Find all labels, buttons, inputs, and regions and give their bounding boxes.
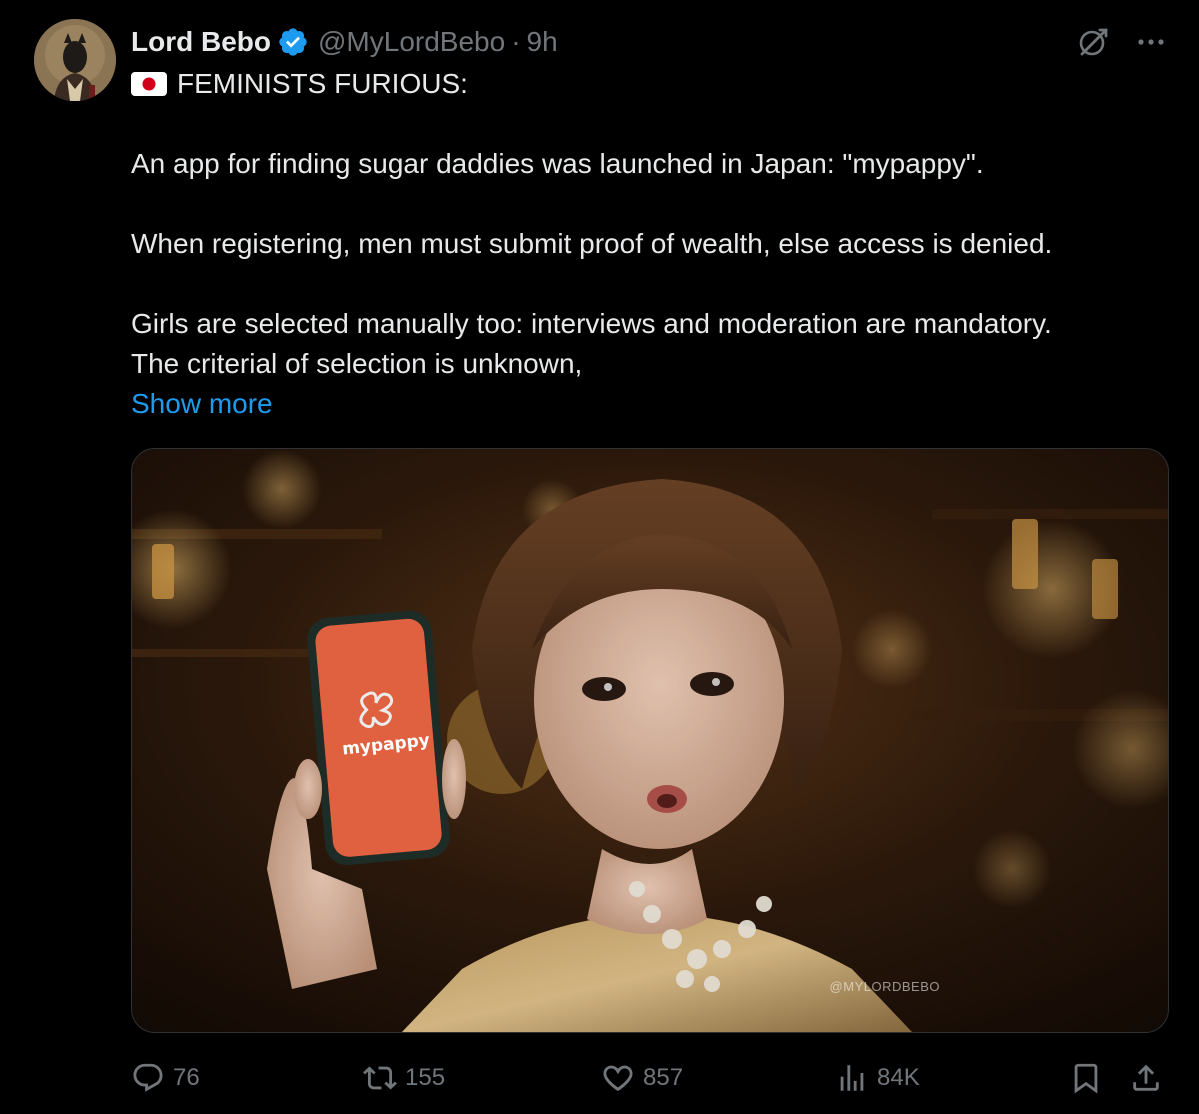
retweet-button[interactable]: 155 <box>363 1056 445 1100</box>
share-button[interactable] <box>1129 1056 1163 1100</box>
reply-button[interactable]: 76 <box>131 1056 200 1100</box>
tweet-media-image[interactable]: mypappy @MYLORDBEBO <box>131 448 1169 1033</box>
views-icon <box>840 1065 864 1091</box>
watermark: @MYLORDBEBO <box>829 979 940 994</box>
media-picture <box>132 449 1168 1032</box>
timestamp[interactable]: 9h <box>527 26 558 58</box>
reply-count: 76 <box>173 1064 200 1091</box>
avatar-image <box>34 19 116 101</box>
bookmark-icon <box>1074 1063 1098 1094</box>
tweet-headline: FEMINISTS FURIOUS: <box>131 64 1171 104</box>
tweet-paragraph: When registering, men must submit proof … <box>131 228 1053 259</box>
reply-icon <box>133 1063 163 1092</box>
retweet-icon <box>363 1066 397 1090</box>
show-more-link[interactable]: Show more <box>131 388 273 419</box>
headline-text: FEMINISTS FURIOUS: <box>177 68 468 99</box>
more-icon[interactable] <box>1133 24 1169 60</box>
handle[interactable]: @MyLordBebo <box>318 26 505 58</box>
heart-icon <box>603 1065 633 1092</box>
views-button[interactable]: 84K <box>835 1056 920 1100</box>
avatar[interactable] <box>34 19 116 101</box>
tweet-paragraph: An app for finding sugar daddies was lau… <box>131 148 984 179</box>
views-count: 84K <box>877 1064 920 1091</box>
verified-badge-icon <box>277 26 309 58</box>
tweet-header: Lord Bebo @MyLordBebo · 9h <box>131 22 558 62</box>
bookmark-button[interactable] <box>1069 1056 1103 1100</box>
tweet-paragraph: The criterial of selection is unknown, <box>131 348 583 379</box>
tweet: Lord Bebo @MyLordBebo · 9h FEMINISTS FUR… <box>0 0 1199 1114</box>
like-count: 857 <box>643 1064 684 1091</box>
retweet-count: 155 <box>405 1064 446 1091</box>
tweet-text: FEMINISTS FURIOUS: An app for finding su… <box>131 64 1171 424</box>
tweet-actions: 76 155 857 84K <box>131 1056 1171 1100</box>
separator: · <box>511 26 521 57</box>
top-actions <box>1075 24 1169 60</box>
grok-icon[interactable] <box>1075 24 1111 60</box>
display-name[interactable]: Lord Bebo <box>131 26 271 58</box>
tweet-paragraph: Girls are selected manually too: intervi… <box>131 308 1052 339</box>
share-icon <box>1133 1064 1159 1091</box>
japan-flag-icon <box>131 72 167 96</box>
like-button[interactable]: 857 <box>601 1056 683 1100</box>
